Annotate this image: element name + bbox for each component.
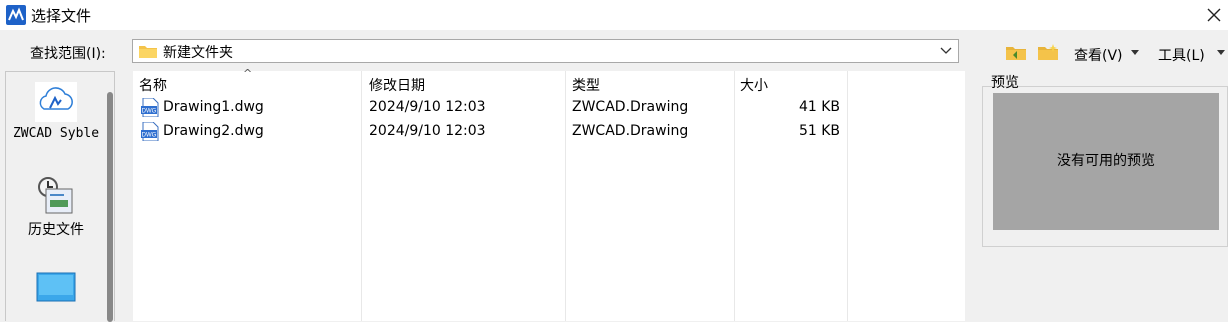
place-history[interactable]: 历史文件 bbox=[6, 175, 106, 239]
cloud-icon bbox=[35, 82, 77, 122]
lookin-dropdown[interactable]: 新建文件夹 bbox=[132, 39, 959, 63]
no-preview-text: 没有可用的预览 bbox=[1057, 153, 1155, 169]
svg-text:DWG: DWG bbox=[142, 133, 157, 139]
dwg-file-icon: DWG bbox=[141, 122, 159, 141]
folder-icon bbox=[139, 46, 157, 58]
lookin-label: 查找范围(I): bbox=[30, 46, 106, 62]
window-title: 选择文件 bbox=[31, 7, 92, 25]
place-label: 历史文件 bbox=[28, 222, 84, 238]
tools-menu-button[interactable]: 工具(L) bbox=[1158, 45, 1205, 65]
caret-down-icon[interactable] bbox=[1217, 50, 1225, 56]
back-folder-icon[interactable] bbox=[1005, 43, 1027, 61]
place-zwcad-syble[interactable]: ZWCAD Syble bbox=[6, 82, 106, 141]
places-bar: ZWCAD Syble 历史文件 bbox=[5, 71, 115, 322]
file-date: 2024/9/10 12:03 bbox=[369, 99, 486, 115]
sort-indicator: ^ bbox=[243, 67, 253, 80]
file-name: Drawing1.dwg bbox=[163, 99, 264, 115]
zwcad-app-icon bbox=[6, 5, 26, 25]
column-header-modified[interactable]: 修改日期 bbox=[369, 75, 425, 95]
column-header-name[interactable]: 名称 bbox=[139, 75, 167, 95]
place-label: ZWCAD Syble bbox=[12, 126, 100, 141]
title-bar: 选择文件 bbox=[0, 0, 1228, 30]
view-menu-button[interactable]: 查看(V) bbox=[1074, 45, 1123, 65]
new-folder-icon[interactable] bbox=[1037, 43, 1059, 61]
preview-label: 预览 bbox=[991, 75, 1019, 91]
file-row[interactable]: DWG Drawing1.dwg 2024/9/10 12:03 ZWCAD.D… bbox=[133, 97, 965, 119]
file-type: ZWCAD.Drawing bbox=[572, 99, 689, 115]
place-desktop[interactable] bbox=[6, 272, 106, 306]
history-icon bbox=[38, 177, 73, 214]
file-size: 51 KB bbox=[798, 123, 840, 139]
svg-text:DWG: DWG bbox=[142, 109, 157, 115]
file-name: Drawing2.dwg bbox=[163, 123, 264, 139]
file-size: 41 KB bbox=[798, 99, 840, 115]
preview-area: 没有可用的预览 bbox=[993, 93, 1219, 230]
caret-down-icon[interactable] bbox=[1131, 50, 1139, 56]
current-folder-name: 新建文件夹 bbox=[163, 45, 233, 61]
file-type: ZWCAD.Drawing bbox=[572, 123, 689, 139]
file-list: ^ 名称 修改日期 类型 大小 DWG Drawing1.dwg 2024/9/… bbox=[133, 67, 965, 321]
chevron-down-icon[interactable] bbox=[940, 46, 952, 56]
file-date: 2024/9/10 12:03 bbox=[369, 123, 486, 139]
close-icon[interactable] bbox=[1206, 7, 1222, 23]
file-row[interactable]: DWG Drawing2.dwg 2024/9/10 12:03 ZWCAD.D… bbox=[133, 121, 965, 143]
places-scrollbar[interactable] bbox=[107, 92, 113, 322]
column-header-type[interactable]: 类型 bbox=[572, 75, 600, 95]
dwg-file-icon: DWG bbox=[141, 98, 159, 117]
desktop-icon bbox=[36, 272, 76, 302]
column-header-size[interactable]: 大小 bbox=[740, 75, 768, 95]
